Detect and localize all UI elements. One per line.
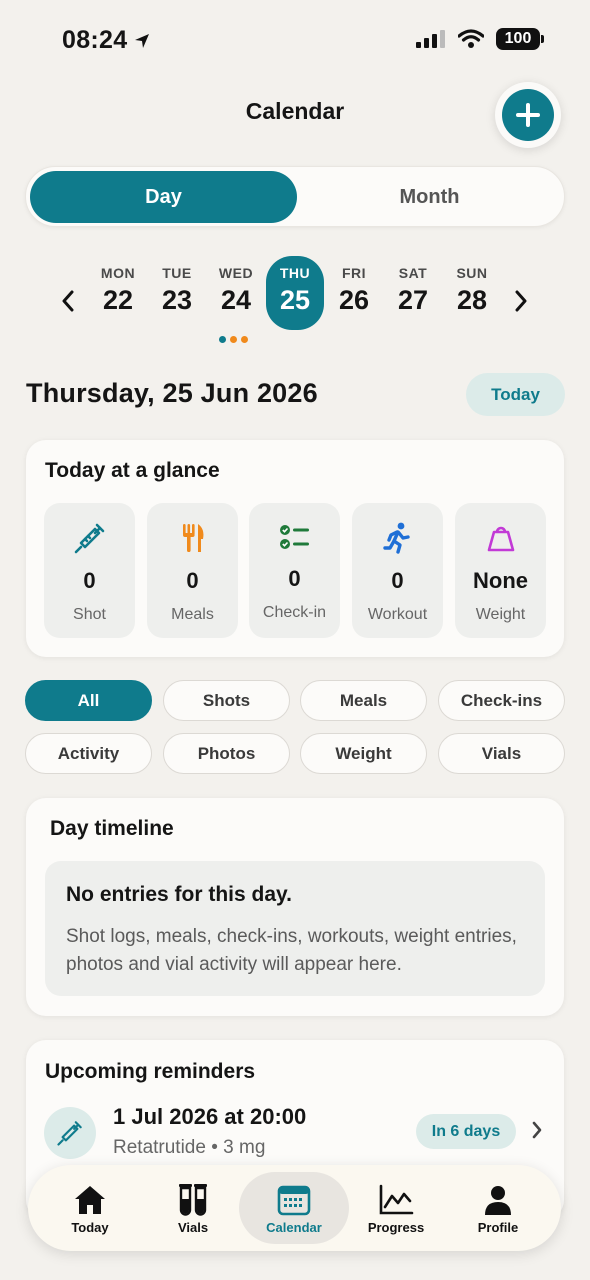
day-fri[interactable]: FRI 26: [325, 256, 383, 330]
today-button[interactable]: Today: [466, 373, 565, 416]
event-dot: [219, 336, 226, 343]
glance-title: Today at a glance: [45, 459, 220, 482]
day-timeline-card: Day timeline No entries for this day. Sh…: [26, 798, 564, 1016]
filter-chip-photos[interactable]: Photos: [163, 733, 290, 774]
checklist-icon: [279, 525, 309, 549]
month-view-tab[interactable]: Month: [296, 171, 563, 223]
add-entry-button[interactable]: [495, 82, 561, 148]
location-arrow-icon: [135, 33, 150, 48]
event-dot: [230, 336, 237, 343]
event-dot: [241, 336, 248, 343]
bottom-tab-bar: Today Vials Calendar Progress Profile: [28, 1165, 561, 1251]
battery-indicator: 100: [496, 28, 544, 50]
status-indicators: 100: [416, 28, 544, 50]
timeline-title: Day timeline: [50, 817, 174, 840]
day-thu-selected[interactable]: THU 25: [266, 256, 324, 330]
reminder-open-button[interactable]: [531, 1120, 543, 1145]
filter-chip-meals[interactable]: Meals: [300, 680, 427, 721]
tab-progress[interactable]: Progress: [341, 1172, 451, 1244]
day-mon[interactable]: MON 22: [89, 256, 147, 330]
running-icon: [382, 522, 410, 554]
chevron-left-icon: [62, 290, 74, 312]
calendar-icon: [277, 1185, 311, 1216]
tab-profile[interactable]: Profile: [443, 1172, 553, 1244]
status-time: 08:24: [62, 26, 151, 55]
day-wed[interactable]: WED 24: [207, 256, 265, 330]
next-week-button[interactable]: [507, 286, 535, 316]
reminder-details: Retatrutide • 3 mg: [113, 1137, 265, 1159]
filter-chip-weight[interactable]: Weight: [300, 733, 427, 774]
home-icon: [75, 1186, 105, 1214]
wifi-icon: [458, 29, 484, 48]
separator-dot: •: [211, 1137, 224, 1158]
event-indicator-dots: [219, 336, 248, 343]
reminders-title: Upcoming reminders: [45, 1060, 256, 1083]
today-at-a-glance-card: Today at a glance 0 Shot 0 Meals 0 Check…: [26, 440, 564, 657]
glance-tile-workout[interactable]: 0 Workout: [352, 503, 443, 638]
filter-chip-vials[interactable]: Vials: [438, 733, 565, 774]
reminder-icon-badge: [44, 1107, 96, 1159]
day-sun[interactable]: SUN 28: [443, 256, 501, 330]
filter-chip-all[interactable]: All: [25, 680, 152, 721]
empty-state-description: Shot logs, meals, check-ins, workouts, w…: [66, 926, 517, 975]
day-tue[interactable]: TUE 23: [148, 256, 206, 330]
previous-week-button[interactable]: [54, 286, 82, 316]
glance-tile-meals[interactable]: 0 Meals: [147, 503, 238, 638]
filter-chip-shots[interactable]: Shots: [163, 680, 290, 721]
empty-state-title: No entries for this day.: [66, 883, 292, 906]
reminder-dose: 3 mg: [223, 1137, 266, 1158]
syringe-icon: [57, 1121, 82, 1146]
timeline-empty-state: No entries for this day. Shot logs, meal…: [45, 861, 545, 996]
person-icon: [485, 1186, 511, 1215]
selected-date-heading: Thursday, 25 Jun 2026: [26, 378, 318, 408]
reminder-due-badge: In 6 days: [416, 1114, 516, 1149]
glance-tile-weight[interactable]: None Weight: [455, 503, 546, 638]
test-tubes-icon: [179, 1184, 207, 1216]
syringe-icon: [74, 523, 104, 554]
fork-knife-icon: [182, 524, 203, 552]
scale-weight-icon: [487, 526, 514, 552]
tab-vials[interactable]: Vials: [138, 1172, 248, 1244]
plus-icon: [516, 103, 540, 127]
chart-line-icon: [379, 1184, 414, 1215]
glance-tile-checkin[interactable]: 0 Check-in: [249, 503, 340, 638]
day-sat[interactable]: SAT 27: [384, 256, 442, 330]
filter-chip-check-ins[interactable]: Check-ins: [438, 680, 565, 721]
signal-icon: [416, 30, 445, 48]
chevron-right-icon: [532, 1121, 542, 1139]
glance-tile-shot[interactable]: 0 Shot: [44, 503, 135, 638]
filter-chip-activity[interactable]: Activity: [25, 733, 152, 774]
view-mode-toggle: Day Month: [25, 166, 565, 227]
tab-today[interactable]: Today: [35, 1172, 145, 1244]
reminder-datetime[interactable]: 1 Jul 2026 at 20:00: [113, 1104, 306, 1130]
tab-calendar[interactable]: Calendar: [239, 1172, 349, 1244]
reminder-medication: Retatrutide: [113, 1137, 206, 1158]
day-view-tab[interactable]: Day: [30, 171, 297, 223]
chevron-right-icon: [515, 290, 527, 312]
